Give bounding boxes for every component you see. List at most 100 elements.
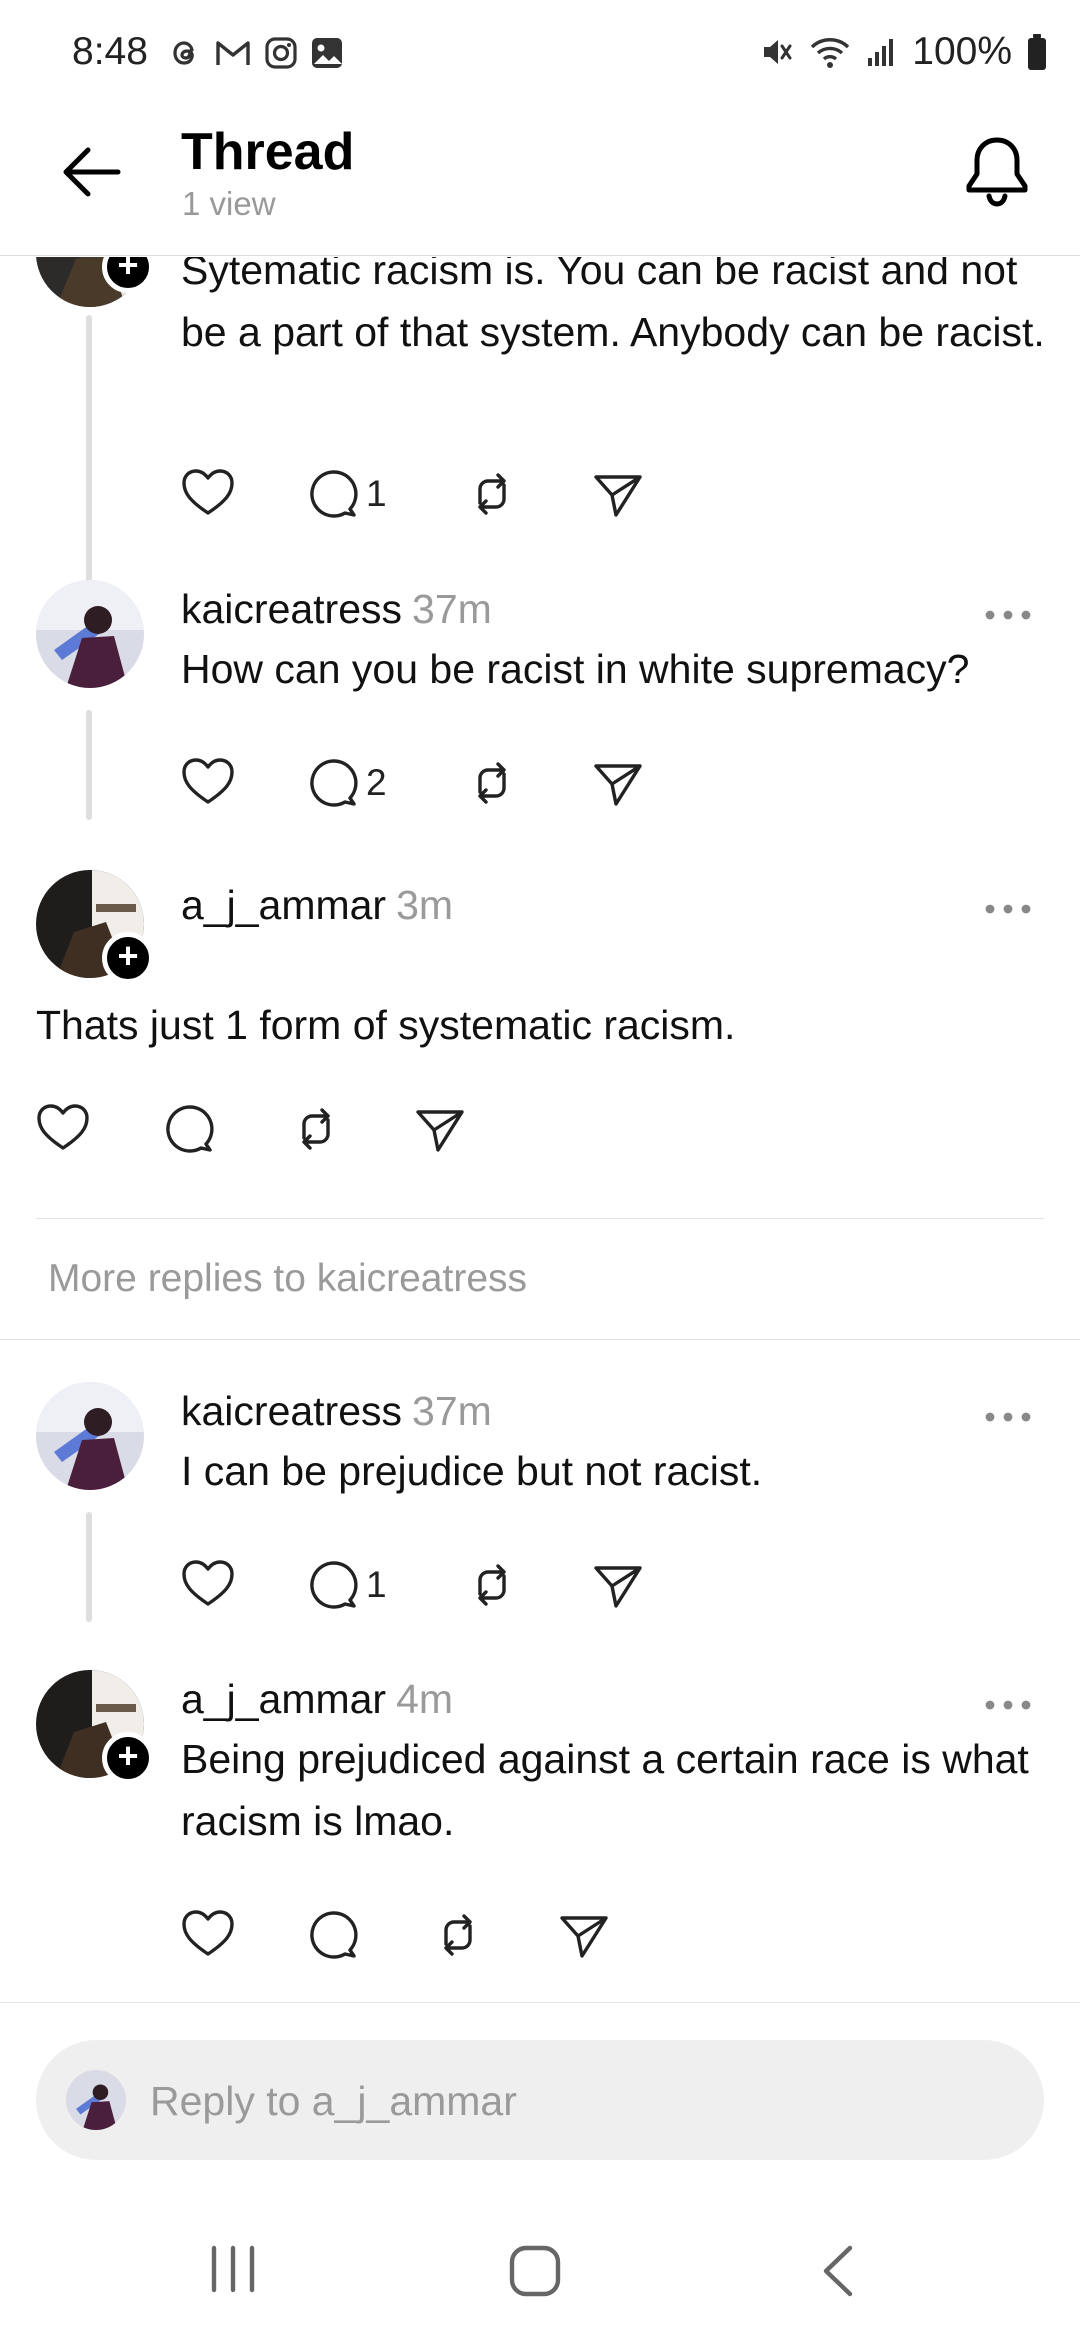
post: + a_j_ammar 4m Being prejudiced against a… <box>0 1670 1080 1970</box>
system-status-icons: 100% <box>758 30 1048 74</box>
post-header: a_j_ammar 3m <box>181 882 453 929</box>
repost-icon <box>478 1564 506 1606</box>
post-time: 37m <box>412 1388 492 1434</box>
comment-count: 1 <box>366 1564 387 1605</box>
notification-icons <box>168 36 344 70</box>
more-options-icon[interactable] <box>983 1698 1033 1712</box>
follow-plus-icon[interactable]: + <box>102 932 154 984</box>
divider <box>36 1218 1044 1219</box>
like-button[interactable] <box>180 756 236 808</box>
post: kaicreatress 37m How can you be racist in… <box>0 580 1080 820</box>
wifi-icon <box>811 38 850 68</box>
post-header: kaicreatress 37m <box>181 1388 492 1435</box>
share-button[interactable] <box>592 758 644 808</box>
post-text: I can be prejudice but not racist. <box>181 1448 763 1494</box>
instagram-icon <box>265 37 297 69</box>
comment-icon <box>310 1911 358 1959</box>
share-button[interactable] <box>592 1560 644 1610</box>
heart-icon <box>182 1560 234 1606</box>
comment-icon <box>310 470 358 518</box>
like-button[interactable] <box>35 1102 91 1154</box>
send-icon <box>560 1916 608 1958</box>
page-title: Thread <box>181 123 355 181</box>
back-arrow-icon[interactable] <box>58 144 124 200</box>
thread-feed[interactable]: + Sytematic racism is. You can be racist… <box>0 257 1080 2002</box>
username[interactable]: a_j_ammar <box>181 882 386 928</box>
battery-percent: 100% <box>912 30 1012 73</box>
repost-icon <box>302 1108 330 1150</box>
more-options-icon[interactable] <box>983 608 1033 622</box>
threads-icon <box>173 41 194 65</box>
thread-line <box>86 710 92 820</box>
repost-button[interactable] <box>466 469 518 519</box>
comment-button[interactable]: 2 <box>306 758 387 808</box>
home-icon[interactable] <box>508 2244 562 2298</box>
username[interactable]: kaicreatress <box>181 586 402 632</box>
send-icon <box>594 764 642 806</box>
repost-icon <box>478 762 506 804</box>
recent-apps-icon[interactable] <box>208 2244 258 2294</box>
repost-icon <box>478 473 506 515</box>
back-nav-icon[interactable] <box>820 2244 856 2298</box>
share-button[interactable] <box>592 469 644 519</box>
current-user-avatar <box>66 2070 126 2130</box>
username[interactable]: a_j_ammar <box>181 1676 386 1722</box>
heart-icon <box>182 758 234 804</box>
repost-icon <box>444 1914 472 1956</box>
gmail-icon <box>216 41 250 65</box>
comment-button[interactable] <box>162 1104 214 1154</box>
system-nav-bar <box>0 2200 1080 2340</box>
comment-icon <box>310 759 358 807</box>
heart-icon <box>182 469 234 515</box>
repost-button[interactable] <box>432 1910 484 1960</box>
send-icon <box>594 475 642 517</box>
share-button[interactable] <box>414 1104 466 1154</box>
post: + a_j_ammar 3m Thats just 1 form of syste… <box>0 870 1080 1170</box>
comment-icon <box>310 1561 358 1609</box>
post-text: Being prejudiced against a certain race … <box>181 1736 1029 1844</box>
repost-button[interactable] <box>466 758 518 808</box>
comment-count: 1 <box>366 473 387 514</box>
post-time: 4m <box>396 1676 454 1722</box>
view-count: 1 view <box>182 185 276 222</box>
status-time: 8:48 <box>72 30 148 73</box>
share-button[interactable] <box>558 1910 610 1960</box>
heart-icon <box>37 1104 89 1150</box>
post-text: How can you be racist in white supremacy… <box>181 646 970 692</box>
gallery-icon <box>312 38 342 68</box>
like-button[interactable] <box>180 1558 236 1610</box>
comment-button[interactable] <box>306 1910 358 1960</box>
like-button[interactable] <box>180 1908 236 1960</box>
mute-icon <box>764 40 792 64</box>
comment-button[interactable]: 1 <box>306 1560 387 1610</box>
post-text: Sytematic racism is. You can be racist a… <box>181 257 1045 355</box>
repost-button[interactable] <box>466 1560 518 1610</box>
bell-icon[interactable] <box>962 134 1032 208</box>
battery-icon <box>1028 34 1046 70</box>
reply-placeholder[interactable]: Reply to a_j_ammar <box>150 2078 517 2125</box>
comment-icon <box>166 1105 214 1153</box>
app-header <box>0 100 1080 256</box>
comment-count: 2 <box>366 762 387 803</box>
post-time: 37m <box>412 586 492 632</box>
post: kaicreatress 37m I can be prejudice but n… <box>0 1382 1080 1622</box>
avatar[interactable] <box>36 1382 144 1490</box>
signal-icon <box>868 39 894 66</box>
divider <box>0 1339 1080 1340</box>
more-options-icon[interactable] <box>983 1410 1033 1424</box>
post-header: kaicreatress 37m <box>181 586 492 633</box>
comment-button[interactable]: 1 <box>306 469 387 519</box>
post-time: 3m <box>396 882 454 928</box>
heart-icon <box>182 1910 234 1956</box>
username[interactable]: kaicreatress <box>181 1388 402 1434</box>
more-options-icon[interactable] <box>983 902 1033 916</box>
send-icon <box>416 1110 464 1152</box>
thread-line <box>86 315 92 607</box>
more-replies-link[interactable]: More replies to kaicreatress <box>48 1257 527 1301</box>
post-text: Thats just 1 form of systematic racism. <box>36 1002 736 1048</box>
avatar[interactable] <box>36 580 144 688</box>
post: + Sytematic racism is. You can be racist… <box>0 257 1080 607</box>
like-button[interactable] <box>180 467 236 519</box>
repost-button[interactable] <box>290 1104 342 1154</box>
follow-plus-icon[interactable]: + <box>102 1732 154 1784</box>
